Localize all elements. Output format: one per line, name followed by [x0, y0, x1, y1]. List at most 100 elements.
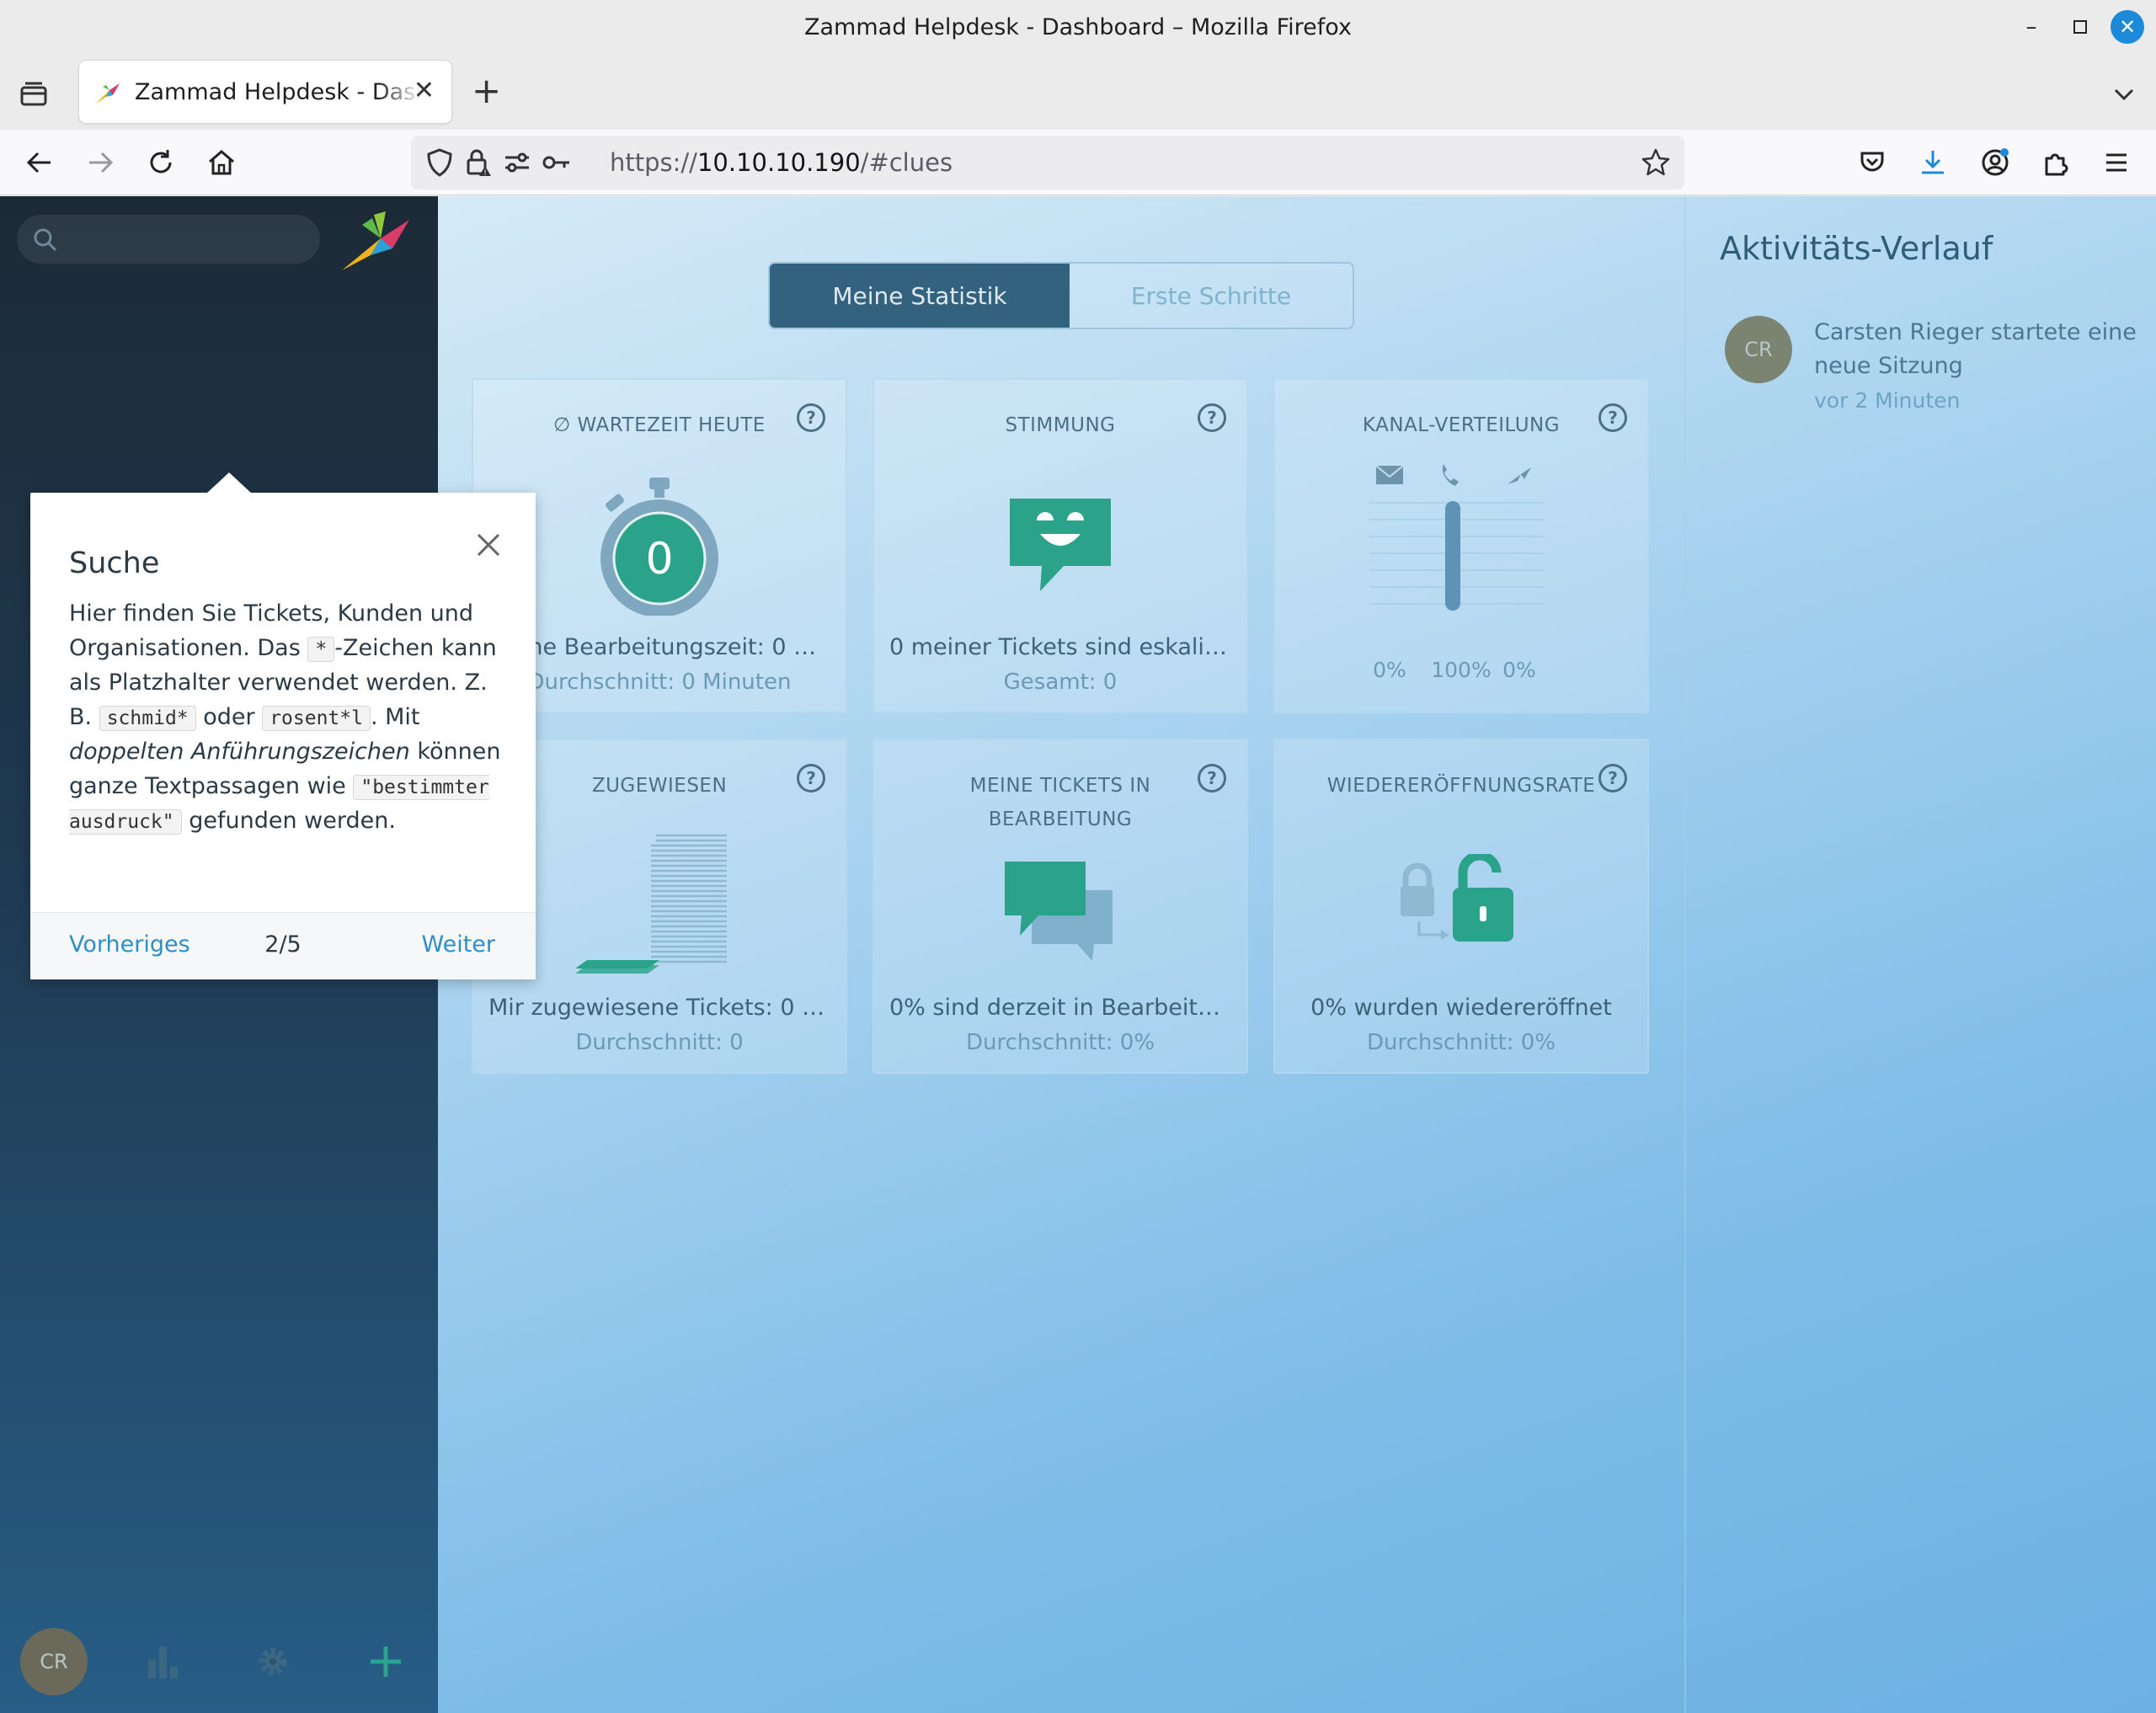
new-tab-icon[interactable]: +: [472, 72, 501, 109]
pocket-icon[interactable]: [1853, 143, 1892, 182]
global-search-input[interactable]: [17, 215, 320, 264]
widget-title: STIMMUNG: [1005, 414, 1116, 436]
close-icon[interactable]: [472, 528, 505, 562]
ticket-stack-icon: [575, 834, 727, 974]
channel-label-phone: 100%: [1431, 658, 1492, 682]
help-icon[interactable]: ?: [797, 764, 825, 792]
permissions-icon[interactable]: [502, 147, 532, 178]
body-text: gefunden werden.: [181, 808, 396, 834]
svg-text:!: !: [483, 169, 487, 178]
user-avatar[interactable]: CR: [20, 1628, 88, 1695]
activity-stream: Aktivitäts-Verlauf CR Carsten Rieger sta…: [1684, 196, 2156, 1713]
tour-popover: Suche Hier finden Sie Tickets, Kunden un…: [30, 472, 536, 979]
maximize-icon[interactable]: [2063, 10, 2097, 44]
extensions-icon[interactable]: [2036, 143, 2075, 182]
help-icon[interactable]: ?: [1598, 764, 1627, 792]
dashboard-main: Meine Statistik Erste Schritte ∅ WARTEZE…: [438, 196, 2156, 1713]
navigation-bar: ! https://10.10.10.190/#clues: [0, 130, 2156, 195]
popover-title: Suche: [69, 547, 160, 580]
zammad-logo-icon[interactable]: [337, 208, 413, 275]
downloads-icon[interactable]: [1913, 143, 1952, 182]
code-snippet: schmid*: [99, 705, 196, 731]
search-icon: [34, 228, 57, 252]
insecure-lock-icon[interactable]: !: [463, 147, 494, 178]
help-icon[interactable]: ?: [1198, 764, 1226, 792]
widget-mood: STIMMUNG ? 0 meiner Tickets sind eskalie…: [873, 378, 1248, 713]
popover-arrow: [205, 472, 253, 494]
url-host: 10.10.10.190: [696, 148, 861, 177]
dashboard-tabs: Meine Statistik Erste Schritte: [768, 262, 1354, 329]
widget-sub-text: Durchschnitt: 0%: [1366, 1030, 1556, 1055]
key-icon[interactable]: [541, 147, 571, 178]
menu-icon[interactable]: [2097, 143, 2136, 182]
help-icon[interactable]: ?: [1198, 403, 1226, 432]
body-text: oder: [195, 703, 263, 730]
web-icon: [1508, 467, 1531, 484]
channel-labels: 0% 100% 0%: [1275, 658, 1651, 686]
activity-item-time: vor 2 Minuten: [1814, 388, 1961, 413]
channel-label-email: 0%: [1373, 658, 1406, 682]
widget-main-text: 0% sind derzeit in Bearbeitung: [889, 995, 1241, 1021]
tab-my-statistics[interactable]: Meine Statistik: [770, 264, 1070, 328]
url-prefix: https://: [610, 148, 697, 177]
bookmark-star-icon[interactable]: [1641, 147, 1671, 178]
help-icon[interactable]: ?: [1598, 403, 1627, 432]
widget-sub-text: Durchschnitt: 0%: [965, 1030, 1155, 1055]
shield-icon[interactable]: [424, 147, 455, 178]
mood-visual: [874, 464, 1246, 624]
window-title: Zammad Helpdesk - Dashboard – Mozilla Fi…: [804, 13, 1352, 40]
stopwatch-icon: 0: [600, 478, 718, 616]
forward-icon[interactable]: [81, 143, 120, 182]
email-icon: [1375, 465, 1404, 484]
channel-bar: [1445, 501, 1460, 611]
url-path: /#clues: [860, 148, 953, 177]
chevron-down-icon[interactable]: [2107, 77, 2141, 111]
close-tab-icon[interactable]: ✕: [414, 77, 435, 104]
tab-first-steps[interactable]: Erste Schritte: [1070, 264, 1353, 328]
browser-tab[interactable]: Zammad Helpdesk - Dashboard ✕: [79, 61, 451, 123]
channel-label-web: 0%: [1502, 658, 1536, 682]
widget-main-text: 0 meiner Tickets sind eskaliert: [889, 634, 1237, 660]
previous-button[interactable]: Vorheriges: [69, 931, 190, 958]
widget-reopen-rate: WIEDERERÖFFNUNGSRATE ? 0% wurden wiedere…: [1273, 739, 1649, 1074]
close-window-icon[interactable]: ✕: [2111, 10, 2144, 44]
widget-main-text: Mir zugewiesene Tickets: 0 von 0: [488, 995, 846, 1021]
in-process-visual: [874, 848, 1246, 974]
avatar[interactable]: CR: [1725, 316, 1792, 383]
unlock-icon: [1401, 854, 1513, 942]
activity-title: Aktivitäts-Verlauf: [1720, 230, 1993, 267]
url-text[interactable]: https://10.10.10.190/#clues: [610, 136, 953, 189]
next-button[interactable]: Weiter: [421, 931, 495, 958]
plus-icon[interactable]: [367, 1643, 404, 1680]
tab-bar: Zammad Helpdesk - Dashboard ✕ +: [0, 54, 2156, 130]
widget-channel-distribution: KANAL-VERTEILUNG ? 0% 100% 0%: [1273, 378, 1649, 713]
home-icon[interactable]: [202, 143, 241, 182]
url-bar[interactable]: ! https://10.10.10.190/#clues: [411, 136, 1684, 189]
account-icon[interactable]: [1976, 143, 2015, 182]
minimize-icon[interactable]: –: [2015, 10, 2048, 44]
widget-title: KANAL-VERTEILUNG: [1362, 414, 1561, 436]
window-titlebar: Zammad Helpdesk - Dashboard – Mozilla Fi…: [0, 0, 2156, 54]
widget-title-line-1: MEINE TICKETS IN: [969, 775, 1151, 797]
help-icon[interactable]: ?: [797, 403, 825, 432]
code-snippet: *: [307, 636, 335, 662]
reporting-icon[interactable]: [145, 1643, 182, 1680]
gear-icon[interactable]: [254, 1643, 291, 1680]
widget-title: MEINE TICKETS IN BEARBEITUNG: [874, 769, 1246, 836]
activity-item-text[interactable]: Carsten Rieger startete eine neue Sitzun…: [1814, 316, 2143, 383]
reload-icon[interactable]: [141, 143, 180, 182]
phone-icon: [1442, 464, 1459, 486]
back-icon[interactable]: [20, 143, 59, 182]
widget-title-line-2: BEARBEITUNG: [988, 808, 1133, 830]
body-text: . Mit: [370, 703, 420, 730]
zammad-app: CR Meine Statistik Erste Schritte ∅ WART…: [0, 196, 2156, 1713]
popover-footer: 2/5 Vorheriges Weiter: [30, 912, 536, 979]
tab-overview-icon[interactable]: [17, 77, 51, 111]
waiting-value: 0: [645, 534, 673, 584]
widget-main-text: 0% wurden wiedereröffnet: [1310, 995, 1612, 1021]
channel-chart: [1369, 464, 1545, 611]
reopen-visual: [1275, 824, 1647, 985]
emphasis-text: doppelten Anführungszeichen: [69, 739, 410, 765]
widget-title: WIEDERERÖFFNUNGSRATE: [1326, 775, 1596, 797]
widget-sub-text: Gesamt: 0: [1003, 670, 1118, 695]
